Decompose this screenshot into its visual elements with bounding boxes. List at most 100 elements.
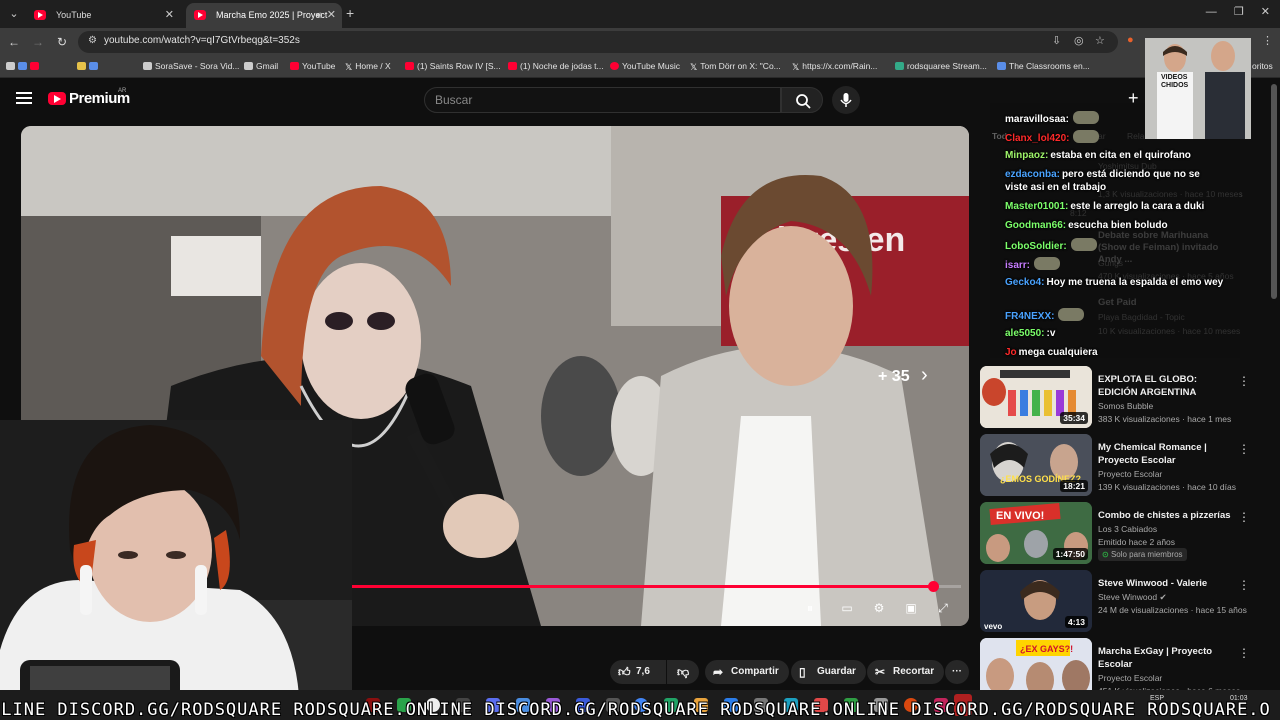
channel-name[interactable]: Proyecto Escolar	[1098, 673, 1162, 683]
clip-button[interactable]: ✂ Recortar	[867, 660, 945, 684]
chat-username[interactable]: LoboSoldier:	[1005, 241, 1067, 252]
share-button[interactable]: ➦ Compartir	[705, 660, 789, 684]
video-thumbnail[interactable]: EN VIVO! 1:47:50	[980, 502, 1092, 564]
video-thumbnail[interactable]: ¿EMOS GODÍNEZ? 18:21	[980, 434, 1092, 496]
bookmark-rodsquaree[interactable]: rodsquaree Stream...	[895, 61, 987, 71]
members-only-badge: ⊙ Solo para miembros	[1098, 548, 1187, 561]
site-info-icon[interactable]: ⚙	[88, 35, 102, 49]
url-text: youtube.com/watch?v=qI7GtVrbeqg&t=352s	[104, 35, 300, 46]
video-thumbnail[interactable]: vevo 4:13	[980, 570, 1092, 632]
search-input[interactable]	[435, 92, 765, 108]
video-title[interactable]: EXPLOTA EL GLOBO: EDICIÓN ARGENTINA	[1098, 373, 1233, 399]
speaker-icon[interactable]: 🔊︎	[316, 3, 322, 28]
voice-search-button[interactable]	[832, 86, 860, 114]
tab-label: Marcha Emo 2025 | Proyect	[216, 10, 328, 20]
close-tab-icon[interactable]: ✕	[327, 3, 336, 28]
chat-username[interactable]: ale5050:	[1005, 328, 1044, 339]
browser-menu-icon[interactable]: ⋮	[1262, 34, 1273, 47]
folder-icon[interactable]	[77, 61, 101, 71]
bookmark-saints-row[interactable]: (1) Saints Row IV [S...	[405, 61, 501, 71]
like-button[interactable]: 👍︎ 7,6 K	[610, 660, 666, 701]
progress-bar[interactable]	[271, 581, 961, 592]
page-scrollbar[interactable]	[1271, 84, 1277, 299]
video-title[interactable]: Marcha ExGay | Proyecto Escolar	[1098, 645, 1233, 671]
fullscreen-icon[interactable]: ⤢	[933, 600, 953, 616]
chat-username[interactable]: Gecko4:	[1005, 277, 1044, 288]
window-controls[interactable]: — ❐ ✕	[1206, 5, 1270, 18]
bookmark-youtube-music[interactable]: YouTube Music	[610, 61, 680, 71]
chat-username[interactable]: Goodman66:	[1005, 220, 1066, 231]
chevron-right-icon[interactable]: ›	[921, 364, 928, 387]
video-title[interactable]: Steve Winwood - Valerie	[1098, 577, 1233, 590]
bookmark-sorasave[interactable]: SoraSave - Sora Vid...	[143, 61, 239, 71]
apps-icon[interactable]	[6, 61, 42, 71]
video-title[interactable]: Combo de chistes a pizzerías	[1098, 509, 1233, 522]
list-item[interactable]: EN VIVO! 1:47:50 Combo de chistes a pizz…	[980, 502, 1250, 572]
chat-username[interactable]: isarr:	[1005, 260, 1030, 271]
chat-username[interactable]: maravillosaa:	[1005, 114, 1069, 125]
tab-youtube[interactable]: YouTube ✕	[26, 3, 180, 28]
tab-marcha-emo[interactable]: Marcha Emo 2025 | Proyect 🔊︎ ✕	[186, 3, 342, 28]
chat-username[interactable]: Jo	[1005, 347, 1017, 358]
channel-name[interactable]: Somos Bubble	[1098, 401, 1153, 411]
clip-label: Recortar	[893, 666, 935, 677]
chat-username[interactable]: Minpaoz:	[1005, 150, 1048, 161]
chat-message: maravillosaa:	[1005, 111, 1099, 126]
menu-hamburger-icon[interactable]	[16, 92, 32, 104]
bookmark-x-rain[interactable]: 𝕏https://x.com/Rain...	[792, 61, 877, 72]
chat-username[interactable]: Clanx_lol420:	[1005, 133, 1069, 144]
video-thumbnail[interactable]: 35:34	[980, 366, 1092, 428]
subtitles-icon[interactable]: ▭	[837, 600, 857, 616]
forward-arrow-icon[interactable]: →	[30, 34, 46, 50]
back-arrow-icon[interactable]: ←	[6, 34, 22, 50]
channel-name[interactable]: Steve Winwood ✔	[1098, 592, 1167, 603]
bookmark-youtube[interactable]: YouTube	[290, 61, 335, 71]
autoplay-toggle-icon[interactable]: ⏸	[800, 600, 820, 616]
reload-icon[interactable]: ↻	[54, 34, 70, 50]
dislike-button[interactable]: 👎︎	[667, 660, 699, 684]
search-button[interactable]	[781, 87, 823, 113]
list-item[interactable]: vevo 4:13 Steve Winwood - Valerie Steve …	[980, 570, 1250, 640]
bookmark-tom-dorr[interactable]: 𝕏 Tom Dörr on X: "Co...	[690, 61, 781, 72]
webcam-scene	[0, 420, 352, 720]
new-tab-plus-icon[interactable]: +	[346, 5, 360, 23]
more-vert-icon[interactable]: ⋮	[1238, 578, 1250, 592]
youtube-favicon-icon	[194, 10, 206, 20]
extension-icon[interactable]: ●	[1127, 34, 1134, 46]
more-vert-icon[interactable]: ⋮	[1238, 374, 1250, 388]
chat-message: ale5050::v	[1005, 327, 1055, 340]
address-bar[interactable]: ⚙ youtube.com/watch?v=qI7GtVrbeqg&t=352s	[78, 31, 1118, 53]
more-actions-button[interactable]: ···	[945, 660, 969, 684]
youtube-logo-icon[interactable]	[48, 92, 66, 105]
chat-username[interactable]: FR4NEXX:	[1005, 311, 1054, 322]
bookmark-noche-jodas[interactable]: (1) Noche de jodas t...	[508, 61, 604, 71]
region-code: AR	[118, 88, 127, 94]
save-button[interactable]: ▯ Guardar	[791, 660, 866, 684]
close-tab-icon[interactable]: ✕	[165, 3, 174, 28]
bookmark-home-x[interactable]: 𝕏 Home / X	[345, 61, 391, 72]
search-box[interactable]	[424, 87, 781, 113]
theater-mode-icon[interactable]: ▣	[901, 600, 921, 616]
chat-emote-icon	[1072, 111, 1099, 124]
more-videos-count[interactable]: + 35	[878, 368, 910, 386]
other-bookmarks[interactable]: oritos	[1252, 61, 1273, 71]
channel-name[interactable]: Los 3 Cabiados	[1098, 524, 1157, 534]
settings-gear-icon[interactable]: ⚙	[869, 600, 889, 616]
chat-username[interactable]: Master01001:	[1005, 201, 1068, 212]
more-vert-icon[interactable]: ⋮	[1238, 442, 1250, 456]
video-actions: 👍︎ 7,6 K 👎︎ ➦ Compartir ▯ Guardar ✂ Reco…	[605, 660, 975, 701]
list-item[interactable]: 35:34 EXPLOTA EL GLOBO: EDICIÓN ARGENTIN…	[980, 366, 1250, 436]
more-dots-icon: ···	[952, 666, 962, 677]
bookmark-gmail[interactable]: Gmail	[244, 61, 278, 71]
video-title[interactable]: My Chemical Romance | Proyecto Escolar	[1098, 441, 1233, 467]
list-item[interactable]: ¿EMOS GODÍNEZ? 18:21 My Chemical Romance…	[980, 434, 1250, 504]
tab-search-icon[interactable]: ⌄	[4, 4, 24, 24]
channel-name[interactable]: Proyecto Escolar	[1098, 469, 1162, 479]
chat-username[interactable]: ezdaconba:	[1005, 169, 1060, 180]
eye-off-icon[interactable]: ◎	[1074, 34, 1084, 47]
more-vert-icon[interactable]: ⋮	[1238, 646, 1250, 660]
bookmark-classrooms[interactable]: The Classrooms en...	[997, 61, 1090, 71]
bookmark-star-icon[interactable]: ☆	[1095, 34, 1105, 47]
more-vert-icon[interactable]: ⋮	[1238, 510, 1250, 524]
install-icon[interactable]: ⇩	[1052, 34, 1061, 47]
